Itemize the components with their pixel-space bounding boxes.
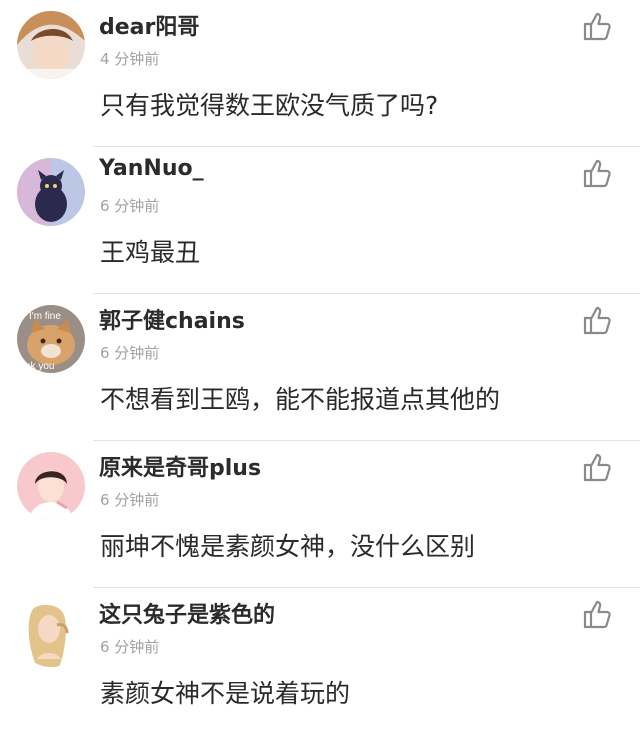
comment-text: 只有我觉得数王欧没气质了吗? (100, 91, 439, 120)
comment-item: 原来是奇哥plus 6 分钟前 丽坤不愧是素颜女神，没什么区别 (0, 441, 640, 588)
avatar[interactable]: I'm fine uck you (17, 305, 85, 373)
username[interactable]: 原来是奇哥plus (99, 450, 261, 482)
avatar[interactable] (17, 452, 85, 520)
username[interactable]: dear阳哥 (99, 9, 199, 41)
comment-item: YanNuo_ 6 分钟前 王鸡最丑 (0, 147, 640, 294)
thumbs-up-icon[interactable] (581, 451, 613, 483)
thumbs-up-icon[interactable] (581, 304, 613, 336)
timestamp: 6 分钟前 (100, 491, 160, 509)
comment-text: 王鸡最丑 (100, 238, 201, 267)
thumbs-up-icon[interactable] (581, 598, 613, 630)
avatar[interactable] (17, 11, 85, 79)
avatar[interactable] (17, 158, 85, 226)
comment-item: dear阳哥 4 分钟前 只有我觉得数王欧没气质了吗? (0, 0, 640, 147)
timestamp: 6 分钟前 (100, 344, 160, 362)
comment-item: I'm fine uck you 郭子健chains 6 分钟前 不想看到王鸥，… (0, 294, 640, 441)
username[interactable]: 郭子健chains (99, 303, 245, 335)
avatar-caption: uck you (20, 361, 54, 372)
comment-text: 不想看到王鸥，能不能报道点其他的 (100, 385, 501, 414)
comment-list: dear阳哥 4 分钟前 只有我觉得数王欧没气质了吗? YanNuo_ 6 分钟… (0, 0, 640, 713)
avatar-caption: I'm fine (29, 311, 61, 322)
avatar[interactable] (17, 599, 85, 667)
username[interactable]: YanNuo_ (99, 156, 204, 181)
username[interactable]: 这只兔子是紫色的 (99, 597, 275, 629)
thumbs-up-icon[interactable] (581, 10, 613, 42)
timestamp: 6 分钟前 (100, 638, 160, 656)
comment-text: 丽坤不愧是素颜女神，没什么区别 (100, 532, 476, 561)
comment-text: 素颜女神不是说着玩的 (100, 679, 351, 708)
timestamp: 6 分钟前 (100, 197, 160, 215)
timestamp: 4 分钟前 (100, 50, 160, 68)
thumbs-up-icon[interactable] (581, 157, 613, 189)
